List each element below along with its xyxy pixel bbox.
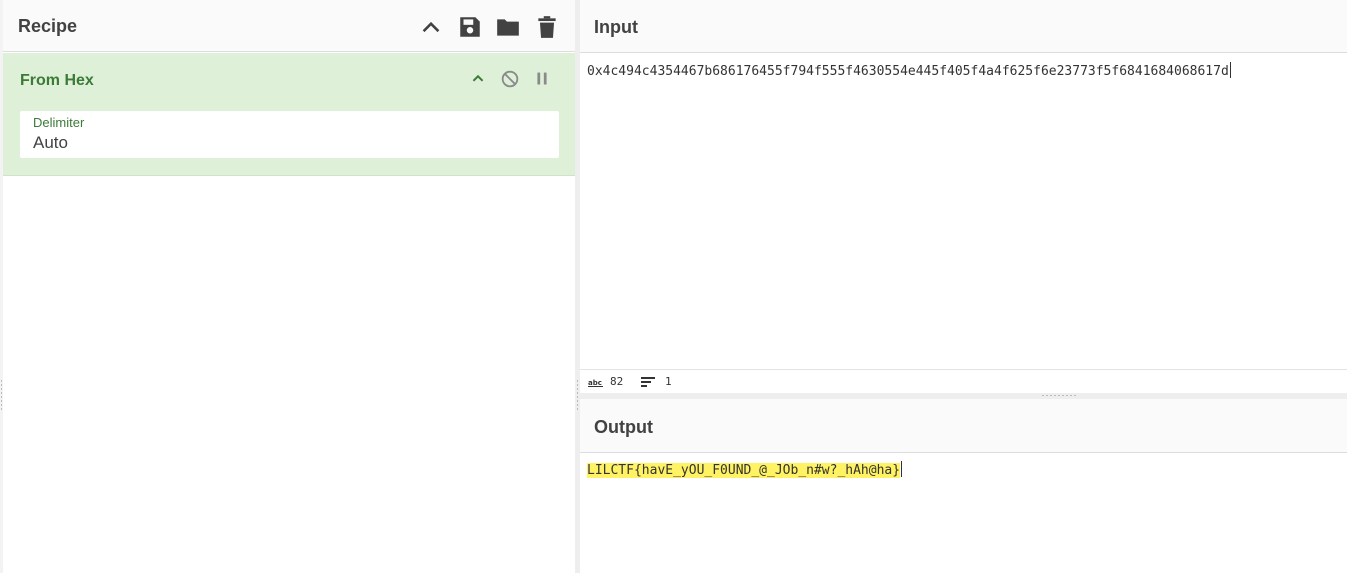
trash-icon[interactable] <box>534 14 560 40</box>
delimiter-field[interactable]: Delimiter <box>20 111 559 158</box>
chevron-up-icon[interactable] <box>467 68 489 90</box>
lines-icon <box>641 376 657 388</box>
input-header: Input <box>580 0 1347 53</box>
svg-text:abc: abc <box>588 379 602 387</box>
output-text-line[interactable]: LILCTF{havE_yOU_F0UND_@_JOb_n#w?_hAh@ha} <box>587 461 903 478</box>
operation-title: From Hex <box>20 72 94 89</box>
input-lines: 1 <box>665 375 672 388</box>
cyberchef-window: Recipe From Hex Delimiter Auto Input 0x4… <box>0 0 1347 573</box>
output-text: LILCTF{havE_yOU_F0UND_@_JOb_n#w?_hAh@ha} <box>587 463 901 478</box>
chevron-up-icon[interactable] <box>418 14 444 40</box>
input-title: Input <box>594 17 638 37</box>
text-caret <box>1229 62 1231 78</box>
output-editor[interactable]: LILCTF{havE_yOU_F0UND_@_JOb_n#w?_hAh@ha} <box>580 453 1347 573</box>
input-length: 82 <box>610 375 624 388</box>
delimiter-input[interactable] <box>33 133 533 153</box>
operation-from-hex[interactable]: From Hex Delimiter <box>3 53 575 176</box>
save-icon[interactable] <box>457 14 483 40</box>
input-status-bar: abc 82 1 <box>580 369 1347 393</box>
left-edge-gutter[interactable] <box>0 0 3 573</box>
delimiter-label: Delimiter <box>33 115 85 130</box>
recipe-header: Recipe <box>0 0 575 52</box>
abc-length-icon: abc <box>588 376 604 388</box>
output-header: Output <box>580 399 1347 453</box>
pause-icon[interactable] <box>531 68 553 90</box>
text-caret <box>901 461 903 477</box>
output-title: Output <box>594 417 653 437</box>
disable-icon[interactable] <box>499 68 521 90</box>
input-editor[interactable]: 0x4c494c4354467b686176455f794f555f463055… <box>580 53 1347 369</box>
recipe-panel: Recipe From Hex Delimiter Auto <box>0 0 575 573</box>
recipe-title: Recipe <box>18 16 78 36</box>
folder-icon[interactable] <box>495 14 521 40</box>
input-text: 0x4c494c4354467b686176455f794f555f463055… <box>587 64 1229 79</box>
input-text-line[interactable]: 0x4c494c4354467b686176455f794f555f463055… <box>587 62 1231 79</box>
